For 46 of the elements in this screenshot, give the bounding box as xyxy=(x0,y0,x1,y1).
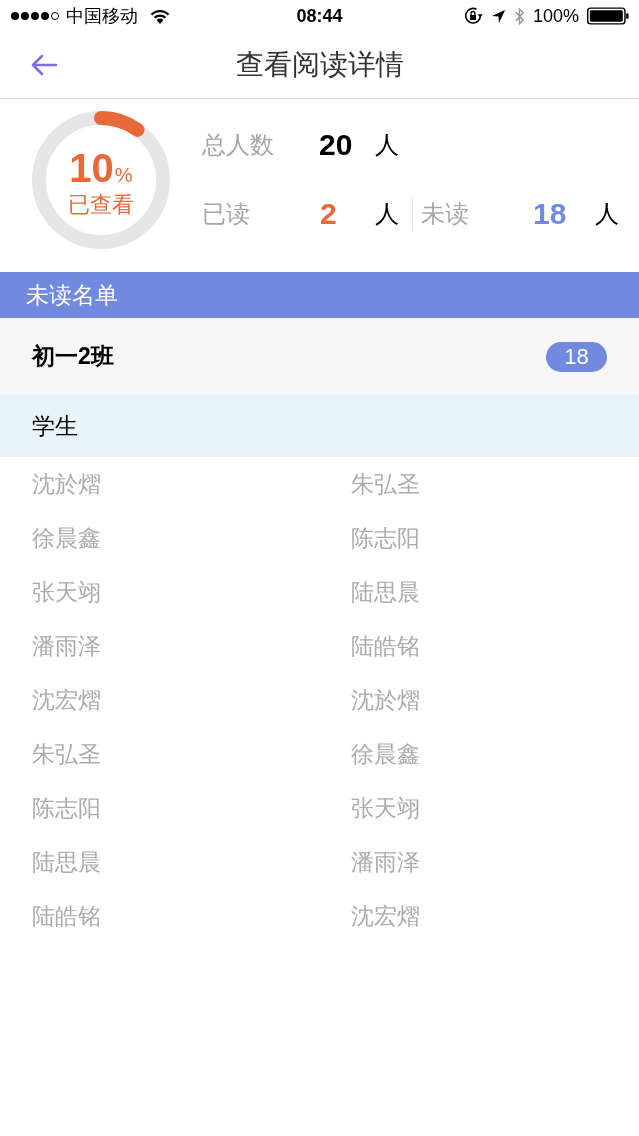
status-time: 08:44 xyxy=(295,7,344,25)
student-name: 朱弘圣 xyxy=(32,742,101,766)
bluetooth-icon xyxy=(513,6,525,26)
student-name: 徐晨鑫 xyxy=(351,742,420,766)
count-badge: 18 xyxy=(546,341,607,372)
student-name: 沈於熠 xyxy=(32,472,101,496)
signal-icon xyxy=(10,11,62,21)
unit-label: 人 xyxy=(375,202,400,226)
carrier-name: 中国移动 xyxy=(66,7,138,25)
student-name: 朱弘圣 xyxy=(351,472,420,496)
student-name: 张天翊 xyxy=(351,796,420,820)
student-name: 陈志阳 xyxy=(32,796,101,820)
total-value: 20 xyxy=(319,130,354,160)
class-name: 初一2班 xyxy=(32,345,114,368)
student-name: 陆皓铭 xyxy=(32,904,101,928)
unit-label: 人 xyxy=(375,133,399,157)
student-name: 陈志阳 xyxy=(351,526,420,550)
section-title: 未读名单 xyxy=(26,283,118,307)
total-label: 总人数 xyxy=(202,133,275,157)
page-title: 查看阅读详情 xyxy=(235,51,404,79)
location-arrow-icon xyxy=(490,8,506,24)
student-name: 陆思晨 xyxy=(351,580,420,604)
unread-count: 18 xyxy=(533,199,568,229)
class-row[interactable]: 初一2班 18 xyxy=(0,318,639,395)
back-arrow-icon xyxy=(30,54,58,76)
student-name: 潘雨泽 xyxy=(351,850,420,874)
student-name: 沈於熠 xyxy=(351,688,420,712)
wifi-icon xyxy=(150,8,170,24)
read-label: 已读 xyxy=(202,202,251,226)
battery-icon xyxy=(587,7,629,25)
student-name: 陆皓铭 xyxy=(351,634,420,658)
student-name: 徐晨鑫 xyxy=(32,526,101,550)
student-name: 沈宏熠 xyxy=(32,688,101,712)
percent-value: 10 xyxy=(69,148,114,188)
ring-caption: 已查看 xyxy=(68,194,134,216)
subheader-title: 学生 xyxy=(32,414,78,438)
unit-label: 人 xyxy=(595,202,619,226)
read-count: 2 xyxy=(320,199,338,229)
student-name: 张天翊 xyxy=(32,580,101,604)
student-name: 潘雨泽 xyxy=(32,634,101,658)
battery-percent: 100% xyxy=(532,7,579,25)
percent-sign: % xyxy=(114,165,133,185)
unread-label: 未读 xyxy=(421,202,470,226)
student-name: 沈宏熠 xyxy=(351,904,420,928)
student-name: 陆思晨 xyxy=(32,850,101,874)
rotation-lock-icon xyxy=(463,7,483,25)
